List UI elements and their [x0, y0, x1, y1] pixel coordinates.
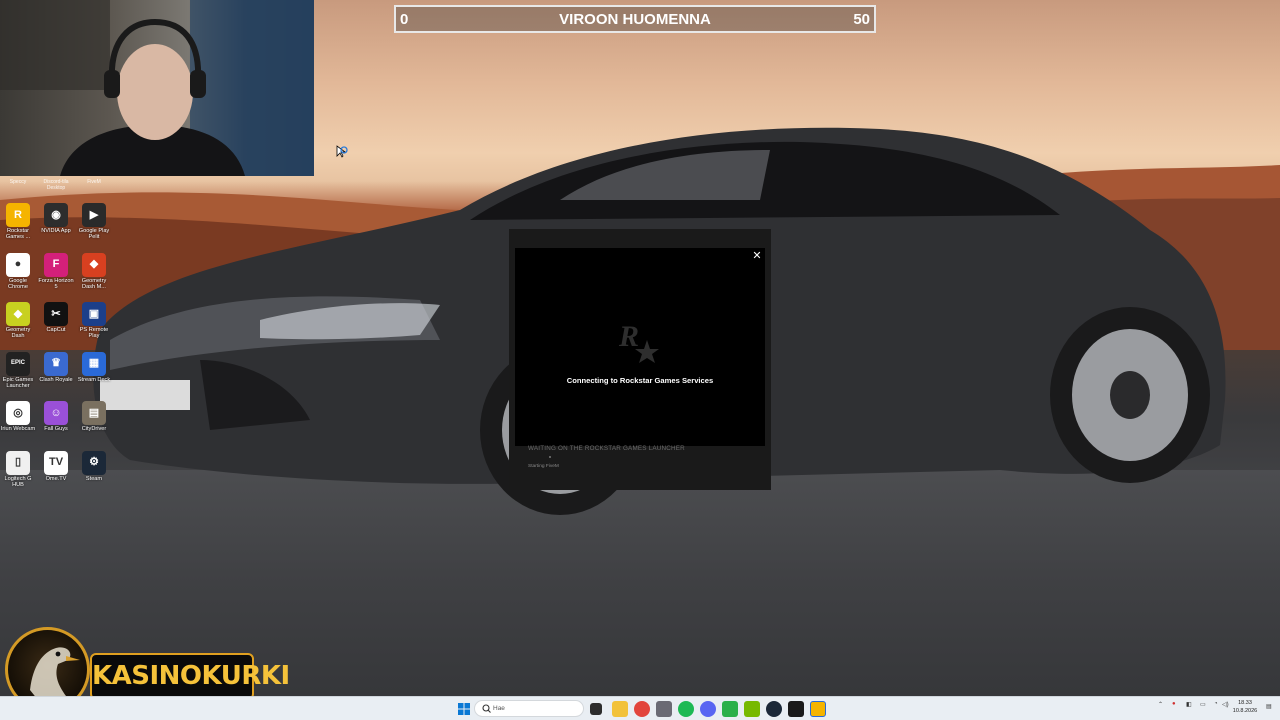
steam-taskbar-icon[interactable]	[766, 701, 782, 717]
taskbar-search[interactable]: Hae	[474, 700, 584, 717]
notification-icon[interactable]: ▤	[1266, 703, 1272, 710]
loading-indicator	[549, 456, 551, 458]
desktop-icon[interactable]: ▦ Stream Deck	[76, 351, 112, 383]
geometry-dash-icon: ◆	[6, 302, 30, 326]
stream-deck-icon: ▦	[82, 351, 106, 376]
epic-games-icon: EPIC	[6, 351, 30, 376]
desktop-icon-label: Google Play Pelit	[78, 228, 110, 241]
app-green-icon[interactable]	[722, 701, 738, 717]
clock-date: 10.8.2026	[1232, 707, 1258, 714]
capcut-icon: ✂	[44, 302, 68, 326]
steam-icon: ⚙	[82, 450, 106, 475]
desktop-icon[interactable]: ▯ Logitech G HUB	[0, 450, 36, 489]
rockstar-logo-icon: R	[618, 320, 659, 363]
waiting-text: WAITING ON THE ROCKSTAR GAMES LAUNCHER	[528, 445, 685, 452]
desktop-icon-label: Geometry Dash	[5, 327, 31, 340]
desktop-icon-label: Steam	[85, 475, 103, 482]
desktop-icon[interactable]: ▶ Google Play Pelit	[76, 203, 112, 241]
chrome-icon: ●	[6, 252, 30, 277]
fall-guys-icon: ☺	[44, 401, 68, 425]
geometry-dash-meltdown-icon: ◆	[82, 252, 106, 277]
desktop-icon[interactable]: ☺ Fall Guys	[38, 401, 74, 432]
app-taskbar-icon[interactable]	[656, 701, 672, 717]
tray-chevron-icon[interactable]: ⌃	[1158, 701, 1163, 708]
desktop-icon-label: Geometry Dash M...	[81, 277, 107, 290]
desktop-icon[interactable]: ◆ Geometry Dash	[0, 302, 36, 340]
file-explorer-icon[interactable]	[612, 701, 628, 717]
desktop-icon[interactable]: ⚙ Steam	[76, 450, 112, 482]
nvidia-icon: ◉	[44, 203, 68, 227]
desktop-icon-label: Stream Deck	[77, 376, 111, 383]
windows-start-icon[interactable]	[456, 701, 472, 717]
discord-icon[interactable]	[700, 701, 716, 717]
search-placeholder: Hae	[493, 705, 505, 712]
desktop-icon-label: CityDriver	[81, 426, 107, 432]
ps-remote-play-icon: ▣	[82, 302, 106, 326]
rockstar-icon: R	[6, 203, 30, 227]
webcam-feed	[0, 0, 314, 176]
launcher-status-text: Connecting to Rockstar Games Services	[566, 376, 714, 385]
webcam-person	[0, 0, 314, 176]
app-dark-icon[interactable]	[788, 701, 804, 717]
desktop-icon-labels-top: Speccy Discord-tila Desktop FiveM	[0, 177, 120, 193]
top-label-2[interactable]: Discord-tila Desktop	[38, 179, 74, 191]
busy-cursor-icon	[336, 145, 348, 158]
desktop-icon-label: Forza Horizon 5	[38, 277, 74, 290]
chrome-taskbar-icon[interactable]	[634, 701, 650, 717]
score-right: 50	[853, 10, 870, 28]
desktop-icon[interactable]: ● Google Chrome	[0, 252, 36, 291]
clock-time: 18.33	[1238, 700, 1252, 706]
svg-text:R: R	[618, 320, 639, 353]
desktop-icon-label: PS Remote Play	[79, 327, 109, 340]
desktop-icon[interactable]: EPIC Epic Games Launcher	[0, 351, 36, 390]
tray-network-icon[interactable]: ◧	[1186, 701, 1192, 708]
desktop-icon-label: Epic Games Launcher	[2, 376, 34, 389]
desktop-icon[interactable]: ▤ CityDriver	[76, 401, 112, 432]
desktop-icon-label: Logitech G HUB	[4, 475, 32, 488]
desktop-icon-label: NVIDIA App	[41, 228, 71, 234]
rockstar-taskbar-icon[interactable]	[810, 701, 826, 717]
desktop-icon[interactable]: ◎ Iriun Webcam	[0, 401, 36, 432]
desktop-icon[interactable]: ◉ NVIDIA App	[38, 203, 74, 234]
task-view-icon[interactable]	[590, 703, 602, 715]
taskbar: Hae ⌃ ● ◧ ▭ ◔ ◁) 18.33 10.8.2026 ▤	[0, 696, 1280, 720]
scoreboard-overlay: 0 VIROON HUOMENNA 50	[394, 5, 876, 33]
desktop-icon-label: Iriun Webcam	[0, 426, 36, 432]
scoreboard-title: VIROON HUOMENNA	[559, 10, 711, 28]
tray-wifi-icon[interactable]: ◔	[1214, 701, 1218, 707]
brand-name: KASINOKURKI	[90, 653, 290, 700]
tray-app-icon[interactable]: ●	[1172, 701, 1176, 707]
close-button[interactable]: ✕	[751, 250, 763, 262]
desktop-icon-label: Fall Guys	[44, 426, 68, 432]
search-icon	[482, 704, 491, 713]
desktop-icon[interactable]: R Rockstar Games ...	[0, 203, 36, 241]
desktop-icon[interactable]: ▣ PS Remote Play	[76, 302, 112, 340]
top-label-3[interactable]: FiveM	[76, 179, 112, 185]
desktop-icon[interactable]: TV Ome.TV	[38, 450, 74, 482]
top-label-1[interactable]: Speccy	[0, 179, 36, 185]
starting-text: Starting FiveM	[528, 464, 559, 469]
clash-royale-icon: ♛	[44, 351, 68, 376]
forza-icon: F	[44, 252, 68, 277]
desktop-icon-label: Rockstar Games ...	[5, 228, 31, 241]
desktop-icon-label: Ome.TV	[45, 475, 67, 482]
desktop-icon-label: Google Chrome	[8, 277, 28, 290]
desktop-icon-label: CapCut	[46, 327, 66, 333]
desktop-icon[interactable]: ◆ Geometry Dash M...	[76, 252, 112, 291]
desktop-icon[interactable]: F Forza Horizon 5	[38, 252, 74, 291]
document-icon: ▯	[6, 450, 30, 475]
tray-app-icon-2[interactable]: ▭	[1200, 701, 1206, 708]
taskbar-clock[interactable]: 18.33 10.8.2026	[1230, 700, 1260, 715]
spotify-icon[interactable]	[678, 701, 694, 717]
google-play-games-icon: ▶	[82, 203, 106, 227]
desktop-icon[interactable]: ✂ CapCut	[38, 302, 74, 333]
tray-volume-icon[interactable]: ◁)	[1222, 701, 1229, 708]
ometv-icon: TV	[44, 450, 68, 475]
iriun-webcam-icon: ◎	[6, 401, 30, 425]
citydriver-icon: ▤	[82, 401, 106, 425]
desktop-icon-label: Clash Royale	[39, 376, 73, 383]
nvidia-taskbar-icon[interactable]	[744, 701, 760, 717]
desktop-icon[interactable]: ♛ Clash Royale	[38, 351, 74, 383]
